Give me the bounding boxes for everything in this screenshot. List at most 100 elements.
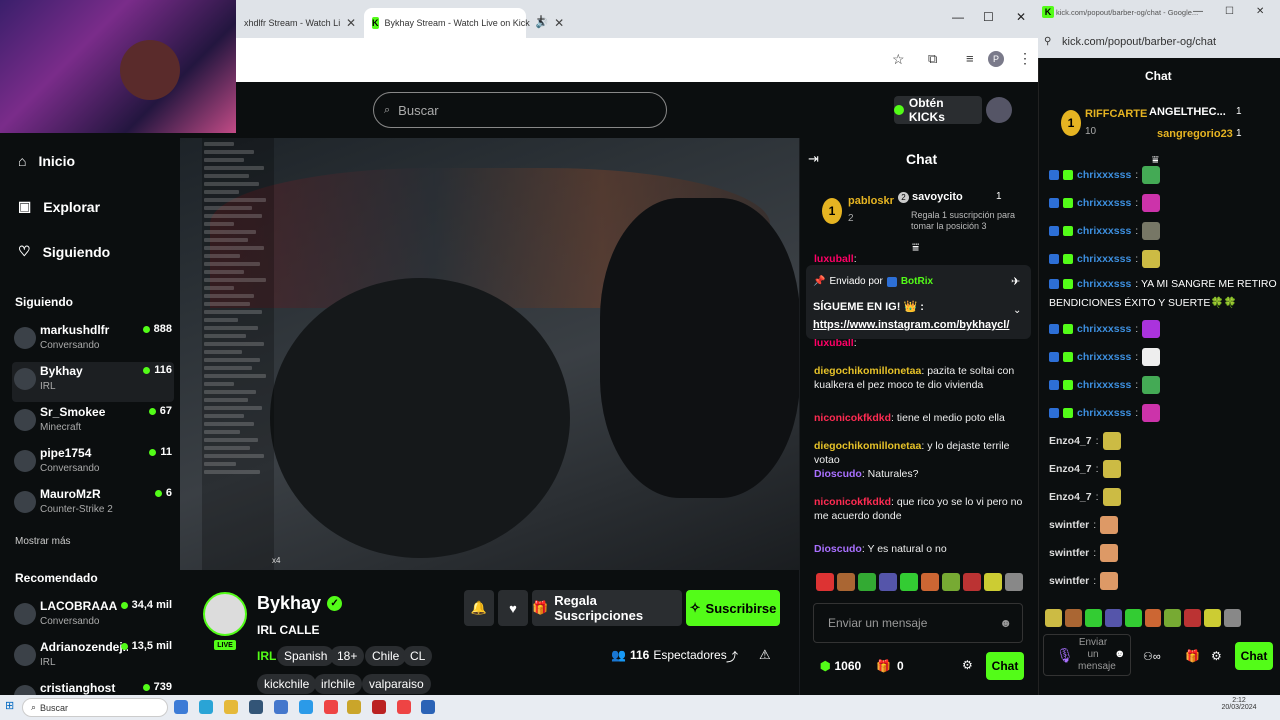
streamer-avatar[interactable] <box>203 592 247 636</box>
send-chat-button[interactable]: Chat <box>986 652 1024 680</box>
chat-username[interactable]: swintfer <box>1049 575 1089 587</box>
nav-following[interactable]: ♡ Siguiendo <box>18 243 110 260</box>
emote-icon[interactable] <box>1164 609 1182 627</box>
tag-chip[interactable]: Spanish <box>277 646 335 666</box>
chat-username[interactable]: chrixxxsss <box>1077 197 1131 209</box>
emote-bar[interactable] <box>816 573 1024 593</box>
maximize-button[interactable]: ☐ <box>983 10 994 24</box>
chat-input[interactable]: Enviar un mensaje ☻ <box>813 603 1023 643</box>
chat-username[interactable]: Dioscudo <box>814 543 862 555</box>
app-icon[interactable] <box>421 700 435 714</box>
emoji-icon[interactable]: ☻ <box>1114 648 1126 660</box>
sidebar-channel[interactable]: cristianghost 739 <box>12 679 174 695</box>
emote-icon[interactable] <box>858 573 876 591</box>
gift-subs-button[interactable]: 🎁 Regala Suscripciones <box>532 590 682 626</box>
sidebar-channel[interactable]: pipe1754 Conversando 11 <box>12 444 174 484</box>
leaderboard-first-name[interactable]: RIFFCARTE <box>1085 108 1147 120</box>
chat-username[interactable]: chrixxxsss <box>1077 323 1131 335</box>
chat-username[interactable]: chrixxxsss <box>1077 278 1131 290</box>
notification-bell-button[interactable]: 🔔 <box>464 590 494 626</box>
users-infinity-icon[interactable]: ⚇∞ <box>1143 650 1161 663</box>
chat-username[interactable]: luxuball <box>814 253 854 265</box>
nav-home[interactable]: ⌂ Inicio <box>18 153 75 169</box>
chat-username[interactable]: chrixxxsss <box>1077 225 1131 237</box>
leaderboard-second-name[interactable]: savoycito <box>912 191 963 203</box>
maximize-button[interactable]: ☐ <box>1225 6 1234 17</box>
share-icon[interactable]: ⤴ <box>726 648 738 665</box>
pinned-link[interactable]: https://www.instagram.com/bykhaycl/ <box>813 319 1009 331</box>
emote-icon[interactable] <box>1184 609 1202 627</box>
emote-icon[interactable] <box>1045 609 1062 627</box>
clock[interactable]: 2:12 20/03/2024 <box>1218 697 1260 711</box>
tag-chip[interactable]: Chile <box>365 646 407 666</box>
sidebar-channel[interactable]: Bykhay IRL 116 <box>12 362 174 402</box>
chat-username[interactable]: niconicokfkdkd <box>814 496 891 508</box>
unpin-icon[interactable]: ✈ <box>1011 275 1020 288</box>
pinned-bot-name[interactable]: BotRix <box>901 276 933 287</box>
sidebar-channel[interactable]: LACOBRAAA Conversando 34,4 mil <box>12 597 174 637</box>
minimize-button[interactable]: — <box>952 10 964 24</box>
sidebar-channel[interactable]: MauroMzR Counter-Strike 2 6 <box>12 485 174 525</box>
streamer-name[interactable]: Bykhay <box>257 593 321 614</box>
emote-icon[interactable] <box>921 573 939 591</box>
chat-settings-icon[interactable]: ⚙ <box>1211 649 1222 663</box>
chat-username[interactable]: Enzo4_7 <box>1049 463 1092 475</box>
chat-username[interactable]: Enzo4_7 <box>1049 435 1092 447</box>
emote-icon[interactable] <box>942 573 960 591</box>
app-icon[interactable] <box>372 700 386 714</box>
emote-bar[interactable] <box>1045 609 1242 629</box>
chrome-icon[interactable] <box>324 700 338 714</box>
report-warning-icon[interactable]: ⚠ <box>759 647 771 663</box>
emote-icon[interactable] <box>816 573 834 591</box>
emote-icon[interactable] <box>963 573 981 591</box>
tag-chip[interactable]: CL <box>403 646 433 666</box>
bookmark-star-icon[interactable]: ☆ <box>892 51 905 68</box>
chat-username[interactable]: Enzo4_7 <box>1049 491 1092 503</box>
chat-username[interactable]: chrixxxsss <box>1077 169 1131 181</box>
microphone-icon[interactable]: 🎙 <box>1056 647 1074 664</box>
app-icon[interactable] <box>174 700 188 714</box>
chat-username[interactable]: chrixxxsss <box>1077 379 1131 391</box>
close-window-button[interactable]: ✕ <box>1256 6 1264 17</box>
emoji-icon[interactable]: ☻ <box>999 616 1012 630</box>
show-more-link[interactable]: Mostrar más <box>15 536 71 547</box>
close-window-button[interactable]: ✕ <box>1016 10 1026 24</box>
sidebar-channel[interactable]: markushdlfr Conversando 888 <box>12 321 174 361</box>
menu-kebab-icon[interactable]: ⋮ <box>1018 50 1032 67</box>
popout-url[interactable]: kick.com/popout/barber-og/chat <box>1062 36 1216 48</box>
chat-username[interactable]: swintfer <box>1049 547 1089 559</box>
close-tab-icon[interactable]: ✕ <box>346 16 356 30</box>
tag-chip[interactable]: 18+ <box>330 646 365 666</box>
video-player[interactable]: x4 <box>180 138 799 570</box>
app-icon[interactable] <box>299 700 313 714</box>
start-icon[interactable]: ⊞ <box>5 699 14 712</box>
emote-icon[interactable] <box>1204 609 1222 627</box>
emote-icon[interactable] <box>1144 609 1162 627</box>
new-tab-button[interactable]: + <box>534 10 548 28</box>
minimize-button[interactable]: — <box>1193 6 1203 17</box>
emote-icon[interactable] <box>900 573 918 591</box>
chat-username[interactable]: Dioscudo <box>814 468 862 480</box>
emote-icon[interactable] <box>1104 609 1122 627</box>
media-queue-icon[interactable]: ≡ <box>966 51 974 66</box>
user-avatar[interactable] <box>986 97 1012 123</box>
chat-username[interactable]: niconicokfkdkd <box>814 412 891 424</box>
site-info-icon[interactable]: ⚲ <box>1044 36 1051 47</box>
tag-chip[interactable]: irlchile <box>314 674 363 694</box>
leaderboard-second-name[interactable]: ANGELTHEC... <box>1149 106 1226 118</box>
folder-icon[interactable] <box>224 700 238 714</box>
emote-icon[interactable] <box>1224 609 1242 627</box>
chat-username[interactable]: swintfer <box>1049 519 1089 531</box>
tab-xhdlfr[interactable]: xhdlfr Stream - Watch Live on Kick ✕ <box>236 8 364 38</box>
sidebar-channel[interactable]: Adrianozendej... IRL 13,5 mil <box>12 638 174 678</box>
emote-icon[interactable] <box>1124 609 1142 627</box>
tag-chip[interactable]: valparaiso <box>362 674 431 694</box>
chrome-icon[interactable] <box>397 700 411 714</box>
tag-chip[interactable]: kickchile <box>257 674 317 694</box>
kicks-balance[interactable]: ⬢ 1060 <box>820 659 861 673</box>
chat-settings-icon[interactable]: ⚙ <box>962 658 973 672</box>
leaderboard-third-name[interactable]: sangregorio23 <box>1157 128 1233 140</box>
search-input[interactable]: ⌕ Buscar <box>373 92 667 128</box>
app-icon[interactable] <box>274 700 288 714</box>
popout-chat-input[interactable]: 🎙 Enviar un mensaje ☻ <box>1043 634 1131 676</box>
